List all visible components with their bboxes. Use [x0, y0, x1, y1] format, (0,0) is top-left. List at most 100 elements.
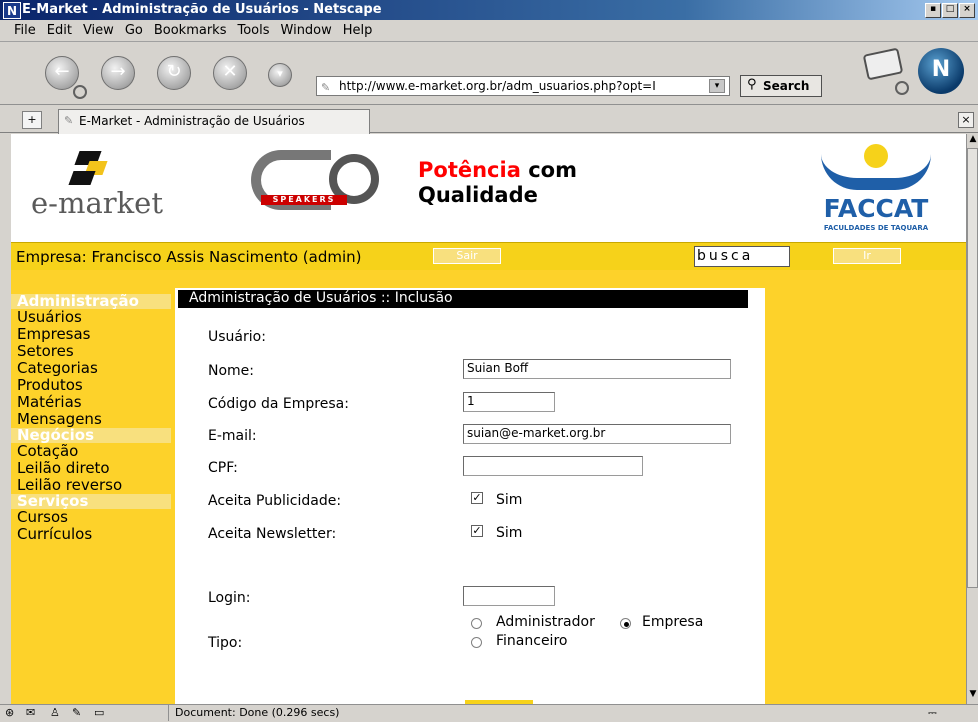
- tipo-option-administrador: Administrador: [496, 614, 595, 630]
- scrollbar-thumb[interactable]: [967, 148, 978, 588]
- form-heading: Administração de Usuários :: Inclusão: [178, 290, 748, 308]
- nome-label: Nome:: [208, 363, 255, 379]
- tab-label: E-Market - Administração de Usuários: [79, 114, 305, 128]
- netscape-n-icon[interactable]: N: [918, 48, 964, 94]
- empresa-label: Empresa: Francisco Assis Nascimento (adm…: [16, 248, 362, 266]
- newsletter-option-label: Sim: [496, 525, 523, 541]
- sidebar-item-leilao-direto[interactable]: Leilão direto: [11, 460, 171, 477]
- speakers-text: SPEAKERS: [261, 195, 347, 205]
- menu-edit[interactable]: Edit: [41, 20, 77, 38]
- magnifier-icon: ⚲: [747, 77, 757, 92]
- back-dropdown-icon[interactable]: [73, 85, 87, 99]
- sidebar-item-cursos[interactable]: Cursos: [11, 509, 171, 526]
- codigo-empresa-label: Código da Empresa:: [208, 396, 349, 412]
- back-button[interactable]: ←: [45, 56, 79, 90]
- tipo-label: Tipo:: [208, 635, 243, 651]
- publicidade-option-label: Sim: [496, 492, 523, 508]
- tipo-option-financeiro: Financeiro: [496, 633, 568, 649]
- sidebar-item-usuarios[interactable]: Usuários: [11, 309, 171, 326]
- connection-icon: ⎓: [928, 706, 937, 719]
- search-button[interactable]: ⚲ Search: [740, 75, 822, 97]
- faccat-wave-icon: [821, 154, 931, 190]
- tab-active[interactable]: ✎ E-Market - Administração de Usuários: [58, 109, 370, 134]
- user-bar: Empresa: Francisco Assis Nascimento (adm…: [11, 242, 966, 270]
- sidebar-category-negocios: Negócios: [11, 428, 171, 443]
- left-gutter: [0, 134, 11, 704]
- slogan: Potência com Qualidade: [418, 158, 577, 208]
- login-field[interactable]: [463, 586, 555, 606]
- slogan-line2: Qualidade: [418, 183, 538, 207]
- sidebar-item-materias[interactable]: Matérias: [11, 394, 171, 411]
- status-text: Document: Done (0.296 secs): [168, 705, 339, 721]
- url-text: http://www.e-market.org.br/adm_usuarios.…: [339, 79, 656, 93]
- print-icon[interactable]: [862, 47, 904, 81]
- reload-button[interactable]: ↻: [157, 56, 191, 90]
- menu-file[interactable]: File: [0, 20, 41, 38]
- faccat-logo: FACCAT FACULDADES DE TAQUARA: [813, 144, 939, 236]
- site-header: e-market SPEAKERS Potência com Qualidade…: [11, 134, 966, 242]
- new-tab-icon[interactable]: +: [22, 111, 42, 129]
- sidebar-category-servicos: Serviços: [11, 494, 171, 509]
- forward-button[interactable]: →: [101, 56, 135, 90]
- maximize-button[interactable]: □: [942, 3, 958, 18]
- scroll-up-icon[interactable]: ▲: [968, 134, 978, 146]
- sidebar-item-curriculos[interactable]: Currículos: [11, 526, 171, 543]
- minimize-button[interactable]: ▪: [925, 3, 941, 18]
- scroll-down-icon[interactable]: ▼: [968, 689, 978, 701]
- cpf-label: CPF:: [208, 460, 238, 476]
- ir-button[interactable]: Ir: [833, 248, 901, 264]
- netscape-icon: [3, 1, 21, 21]
- menu-help[interactable]: Help: [337, 20, 378, 38]
- sidebar-item-categorias[interactable]: Categorias: [11, 360, 171, 377]
- sidebar: Administração Usuários Empresas Setores …: [11, 294, 171, 543]
- mail-icon[interactable]: ✉: [26, 705, 35, 721]
- sair-button[interactable]: Sair: [433, 248, 501, 264]
- sidebar-item-cotacao[interactable]: Cotação: [11, 443, 171, 460]
- page-icon: ✎: [64, 114, 74, 127]
- busca-input[interactable]: busca: [694, 246, 790, 267]
- sidebar-item-setores[interactable]: Setores: [11, 343, 171, 360]
- stop-button[interactable]: ✕: [213, 56, 247, 90]
- page-proxy-icon: ✎: [321, 81, 331, 94]
- chat-icon[interactable]: ▭: [94, 705, 104, 721]
- vertical-scrollbar[interactable]: ▲ ▼: [966, 134, 978, 704]
- tipo-radio-empresa[interactable]: [620, 618, 631, 629]
- codigo-empresa-field[interactable]: 1: [463, 392, 555, 412]
- menu-tools[interactable]: Tools: [231, 20, 274, 38]
- web-page: e-market SPEAKERS Potência com Qualidade…: [11, 134, 966, 704]
- cpf-field[interactable]: [463, 456, 643, 476]
- nome-field[interactable]: Suian Boff: [463, 359, 731, 379]
- e-market-logo-text: e-market: [31, 186, 164, 220]
- sidebar-category-administracao: Administração: [11, 294, 171, 309]
- navigator-icon[interactable]: ⊛: [5, 705, 14, 721]
- menu-window[interactable]: Window: [275, 20, 337, 38]
- search-label: Search: [763, 79, 810, 93]
- e-market-logo-icon: [67, 151, 115, 187]
- menu-bar: File Edit View Go Bookmarks Tools Window Help: [0, 20, 978, 42]
- slogan-highlight: Potência: [418, 158, 521, 182]
- tipo-radio-administrador[interactable]: [471, 618, 482, 629]
- menu-view[interactable]: View: [77, 20, 119, 38]
- faccat-text: FACCAT: [823, 194, 929, 223]
- close-tab-icon[interactable]: ×: [958, 112, 974, 128]
- publicidade-checkbox[interactable]: ✓: [471, 492, 483, 504]
- tipo-radio-financeiro[interactable]: [471, 637, 482, 648]
- home-dropdown-button[interactable]: ▾: [268, 63, 292, 87]
- url-field[interactable]: ✎ http://www.e-market.org.br/adm_usuario…: [316, 76, 730, 96]
- email-label: E-mail:: [208, 428, 257, 444]
- email-field[interactable]: suian@e-market.org.br: [463, 424, 731, 444]
- sidebar-item-produtos[interactable]: Produtos: [11, 377, 171, 394]
- composer-icon[interactable]: ✎: [72, 705, 81, 721]
- sidebar-item-empresas[interactable]: Empresas: [11, 326, 171, 343]
- jc-speakers-logo: SPEAKERS: [231, 150, 381, 210]
- status-bar: ⊛ ✉ ♙ ✎ ▭ Document: Done (0.296 secs) ⎓: [0, 704, 978, 722]
- addressbook-icon[interactable]: ♙: [50, 705, 60, 721]
- close-button[interactable]: ×: [959, 3, 975, 18]
- window-title: E-Market - Administração de Usuários - N…: [22, 2, 382, 17]
- newsletter-checkbox[interactable]: ✓: [471, 525, 483, 537]
- menu-go[interactable]: Go: [119, 20, 148, 38]
- print-dropdown-icon[interactable]: [895, 81, 909, 95]
- menu-bookmarks[interactable]: Bookmarks: [148, 20, 232, 38]
- publicidade-label: Aceita Publicidade:: [208, 493, 342, 509]
- url-dropdown-icon[interactable]: ▾: [709, 79, 725, 93]
